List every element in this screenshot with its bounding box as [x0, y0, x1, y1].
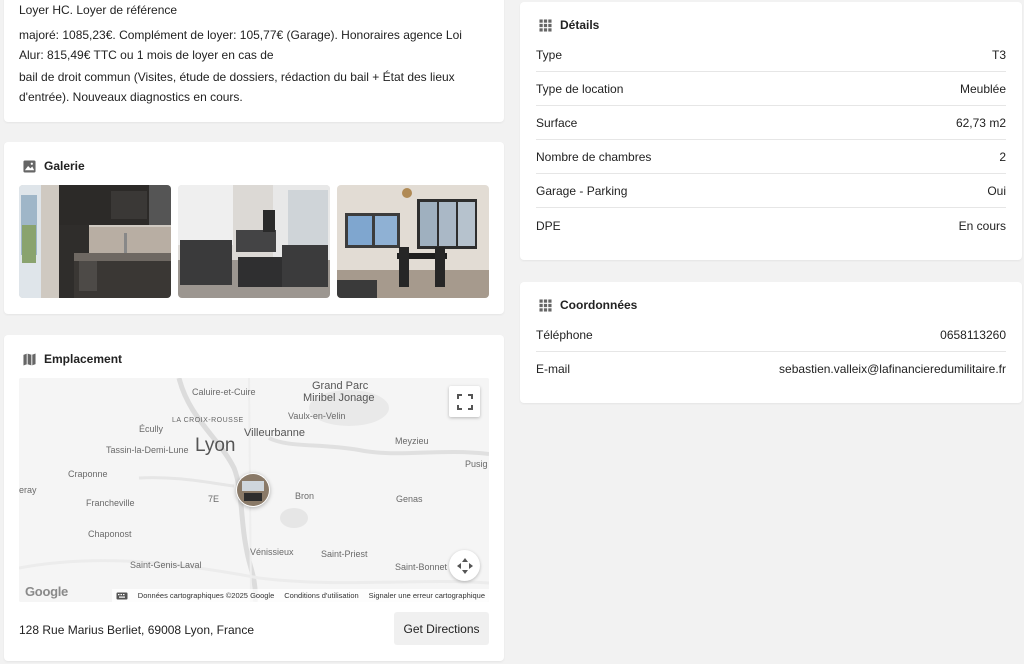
grid-icon: [539, 298, 552, 312]
map-label-vaulx: Vaulx-en-Velin: [288, 411, 346, 421]
description-line-1: Loyer HC. Loyer de référence: [19, 3, 178, 17]
map-label-croix-rousse: LA CROIX-ROUSSE: [172, 417, 244, 424]
gallery-photo-dining-room[interactable]: [337, 185, 489, 298]
details-value: 2: [999, 149, 1006, 164]
image-icon: [23, 159, 36, 173]
map-label-saint-genis: Saint-Genis-Laval: [130, 560, 202, 570]
contact-title: Coordonnées: [539, 298, 637, 312]
details-label: DPE: [536, 219, 561, 233]
map-icon: [23, 352, 36, 366]
map-label-eray: eray: [19, 485, 37, 495]
map-label-saint-priest: Saint-Priest: [321, 549, 368, 559]
map-label-craponne: Craponne: [68, 469, 108, 479]
map-label-caluire: Caluire-et-Cuire: [192, 387, 256, 397]
map-label-saint-bonnet: Saint-Bonnet: [395, 562, 448, 572]
google-logo: Google: [25, 584, 68, 599]
move-arrows-icon: [456, 557, 473, 574]
property-address: 128 Rue Marius Berliet, 69008 Lyon, Fran…: [19, 623, 255, 637]
map-fullscreen-button[interactable]: [449, 386, 480, 417]
location-title-text: Emplacement: [44, 352, 123, 366]
contact-card: Coordonnées Téléphone 0658113260 E-mail …: [520, 282, 1022, 403]
description-line-3: bail de droit commun (Visites, étude de …: [19, 70, 455, 104]
details-label: Garage - Parking: [536, 183, 628, 198]
map-label-septieme: 7E: [208, 494, 220, 504]
map-label-chaponost: Chaponost: [88, 529, 132, 539]
contact-row-email: E-mail sebastien.valleix@lafinancieredum…: [536, 352, 1006, 386]
description-line-2: majoré: 1085,23€. Complément de loyer: 1…: [19, 28, 462, 62]
contact-label: Téléphone: [536, 327, 593, 342]
gallery-card: Galerie: [4, 142, 504, 314]
map-label-villeurbanne: Villeurbanne: [244, 427, 305, 439]
details-label: Surface: [536, 115, 578, 130]
map-label-ecully: Écully: [139, 424, 164, 434]
details-label: Nombre de chambres: [536, 149, 652, 164]
details-row-location-type: Type de location Meublée: [536, 72, 1006, 106]
property-marker[interactable]: [236, 473, 270, 507]
grid-icon: [539, 18, 552, 32]
get-directions-button[interactable]: Get Directions: [394, 612, 489, 645]
map-terms-link[interactable]: Conditions d'utilisation: [284, 591, 358, 600]
location-card: Emplacement Caluire-et-Cuire Grand Parc …: [4, 335, 504, 661]
map-label-pusig: Pusig: [465, 459, 488, 469]
gallery-title: Galerie: [23, 159, 85, 173]
details-row-bedrooms: Nombre de chambres 2: [536, 140, 1006, 174]
map-label-bron: Bron: [295, 491, 315, 501]
map-label-miribel: Miribel Jonage: [303, 392, 375, 404]
map-pan-control[interactable]: [449, 550, 480, 581]
details-row-dpe: DPE En cours: [536, 209, 1006, 243]
phone-link[interactable]: 0658113260: [940, 328, 1006, 342]
details-label: Type: [536, 47, 563, 62]
details-row-type: Type T3: [536, 38, 1006, 72]
map-report-link[interactable]: Signaler une erreur cartographique: [369, 591, 485, 600]
details-row-parking: Garage - Parking Oui: [536, 174, 1006, 208]
map-label-meyzieu: Meyzieu: [395, 436, 429, 446]
email-link[interactable]: sebastien.valleix@lafinancieredumilitair…: [779, 362, 1006, 376]
map-label-grand-parc: Grand Parc: [312, 380, 369, 392]
map-label-tassin: Tassin-la-Demi-Lune: [106, 445, 189, 455]
details-card: Détails Type T3 Type de location Meublée…: [520, 2, 1022, 260]
map-label-genas: Genas: [396, 494, 423, 504]
details-value: T3: [991, 47, 1006, 62]
location-title: Emplacement: [23, 352, 122, 366]
map-label-francheville: Francheville: [86, 498, 135, 508]
details-title-text: Détails: [560, 18, 600, 32]
details-row-surface: Surface 62,73 m2: [536, 106, 1006, 140]
keyboard-icon[interactable]: [116, 592, 128, 600]
details-value: 62,73 m2: [955, 115, 1006, 130]
description-card: Loyer HC. Loyer de référence majoré: 108…: [4, 0, 504, 122]
details-value: En cours: [958, 219, 1006, 233]
details-value: Meublée: [959, 81, 1006, 96]
details-value: Oui: [987, 183, 1006, 198]
contact-title-text: Coordonnées: [560, 298, 638, 312]
gallery-photo-living-room[interactable]: [178, 185, 330, 298]
map-label-venissieux: Vénissieux: [250, 547, 294, 557]
details-label: Type de location: [536, 81, 624, 96]
map-data-credit: Données cartographiques ©2025 Google: [137, 591, 275, 600]
map-view[interactable]: Caluire-et-Cuire Grand Parc Miribel Jona…: [19, 378, 489, 602]
details-title: Détails: [539, 18, 599, 32]
contact-label: E-mail: [536, 362, 571, 376]
gallery-photo-kitchen[interactable]: [19, 185, 171, 298]
fullscreen-icon: [456, 393, 473, 410]
gallery-title-text: Galerie: [44, 159, 85, 173]
map-label-lyon: Lyon: [195, 435, 236, 456]
contact-row-phone: Téléphone 0658113260: [536, 318, 1006, 352]
map-attribution: Données cartographiques ©2025 Google Con…: [111, 589, 489, 602]
